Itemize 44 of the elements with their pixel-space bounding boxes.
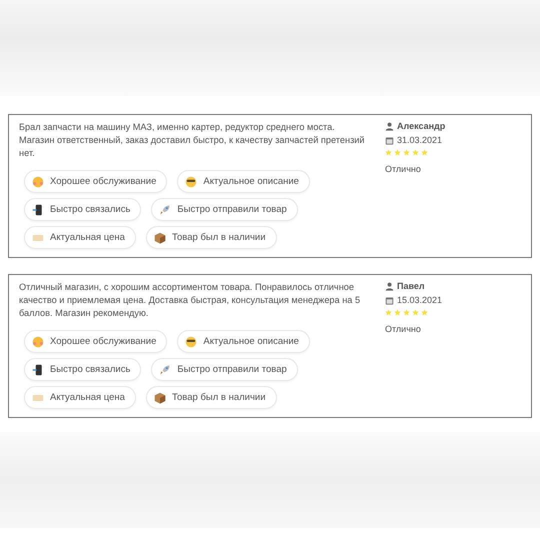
star-icon	[403, 309, 410, 316]
calendar-icon	[385, 136, 394, 144]
review-tag: Быстро отправили товар	[151, 358, 298, 381]
review-text: Отличный магазин, с хорошим ассортиментом товара. Понравилось отличное качество и приемлемая цена. Доставка быстрая, консультация менеджера на 5 баллов. Магазин рекомендую.	[19, 281, 362, 320]
review-tag: Быстро отправили товар	[151, 198, 298, 221]
review-tag: Товар был в наличии	[146, 386, 277, 409]
rocket-icon	[159, 364, 172, 376]
rating-label: Отлично	[385, 324, 422, 334]
box-icon	[154, 232, 166, 244]
review-tag: Актуальная цена	[24, 226, 136, 249]
emoji-icon	[185, 176, 198, 188]
review-tag: Хорошее обслуживание	[24, 170, 168, 193]
author-name: Павел	[397, 281, 425, 291]
star-icon	[394, 149, 401, 156]
emoji-icon	[185, 336, 198, 348]
star-icon	[385, 309, 392, 316]
star-icon	[385, 149, 392, 156]
user-icon	[385, 282, 394, 290]
box-icon	[154, 392, 166, 404]
rocket-icon	[159, 204, 172, 216]
review-tag: Актуальная цена	[24, 386, 136, 409]
review-tag: Быстро связались	[24, 198, 142, 221]
star-icon	[394, 309, 401, 316]
phone-icon	[32, 204, 44, 216]
review-tag: Хорошее обслуживание	[24, 330, 168, 353]
review-date: 31.03.2021	[397, 135, 442, 145]
star-icon	[412, 309, 419, 316]
review-tag: Быстро связались	[24, 358, 142, 381]
review-tag: Актуальное описание	[177, 330, 310, 353]
star-icon	[403, 149, 410, 156]
calendar-icon	[385, 296, 394, 304]
emoji-icon	[32, 176, 44, 188]
user-icon	[385, 122, 394, 130]
star-icon	[412, 149, 419, 156]
star-icon	[421, 309, 428, 316]
rating-label: Отлично	[385, 164, 422, 174]
phone-icon	[32, 364, 44, 376]
review-tag: Товар был в наличии	[146, 226, 277, 249]
review-tag: Актуальное описание	[177, 170, 310, 193]
star-icon	[421, 149, 428, 156]
emoji-icon	[32, 336, 44, 348]
review-text: Брал запчасти на машину МАЗ, именно картер, редуктор среднего моста. Магазин ответственный, заказ доставил быстро, к качеству запчастей претензий нет.	[19, 121, 366, 160]
author-name: Александр	[397, 121, 446, 131]
review-date: 15.03.2021	[397, 295, 442, 305]
